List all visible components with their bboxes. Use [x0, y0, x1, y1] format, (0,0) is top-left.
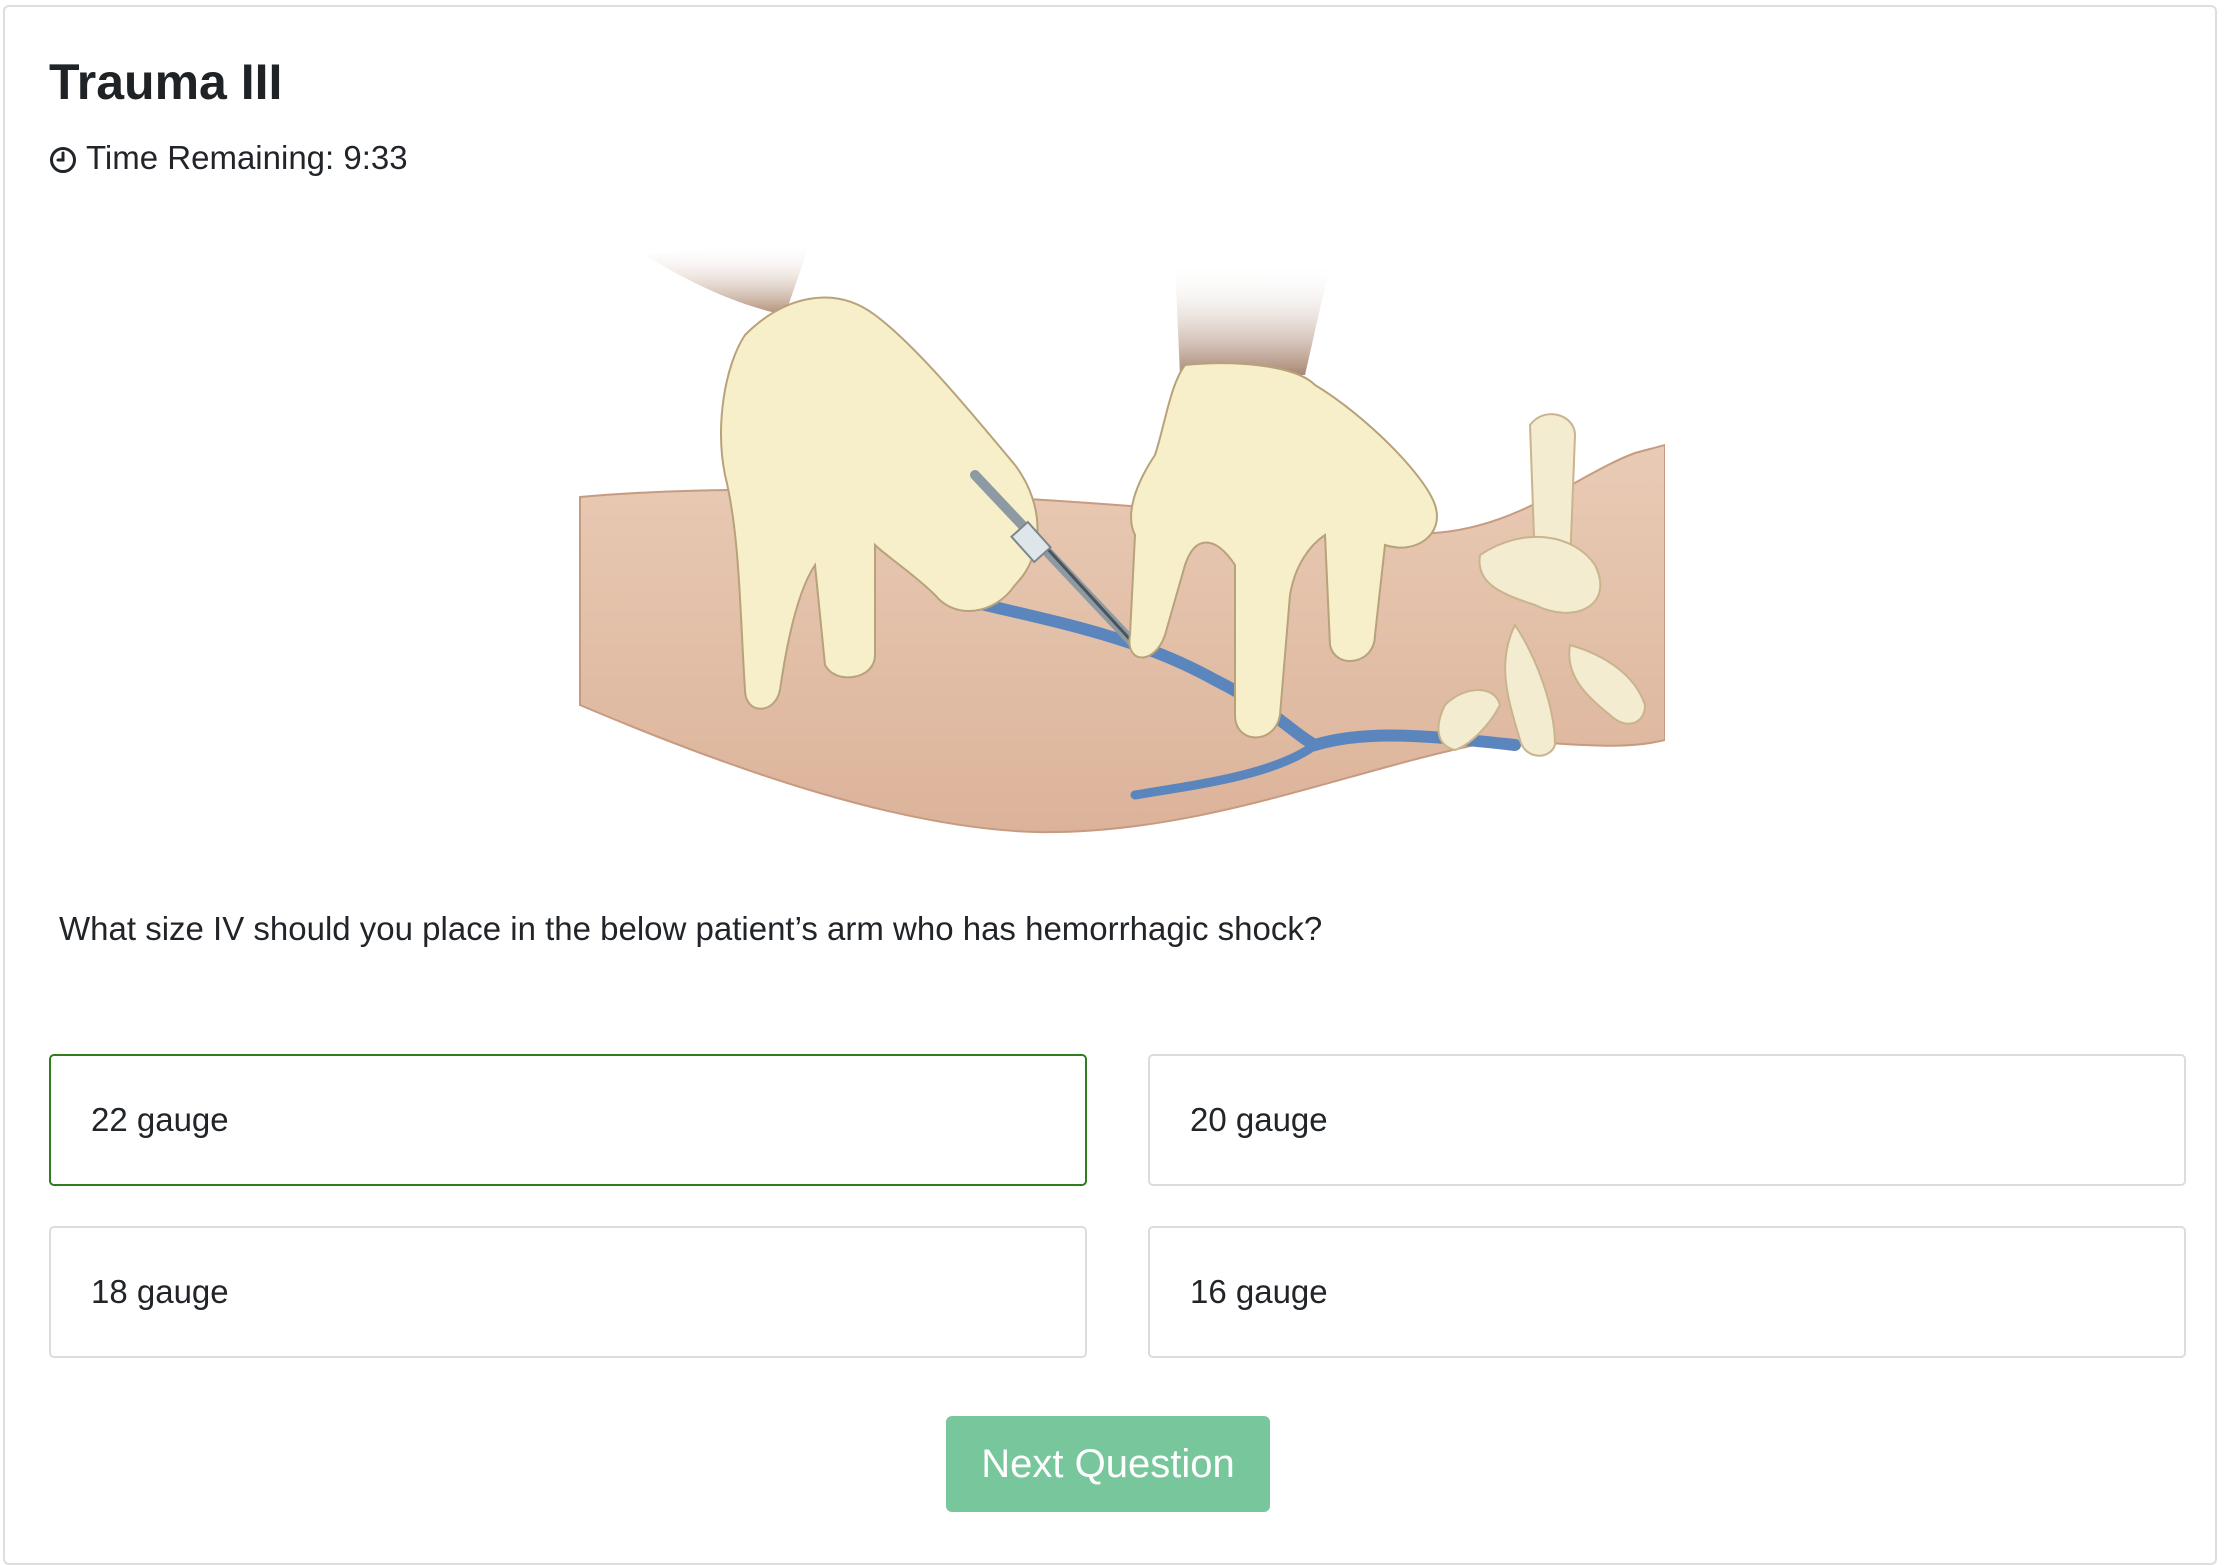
- next-question-button[interactable]: Next Question: [946, 1416, 1270, 1512]
- answer-option-22-gauge[interactable]: 22 gauge: [49, 1054, 1087, 1186]
- answer-option-18-gauge[interactable]: 18 gauge: [49, 1226, 1087, 1358]
- answer-option-16-gauge[interactable]: 16 gauge: [1148, 1226, 2186, 1358]
- answer-label: 18 gauge: [91, 1273, 229, 1310]
- answer-option-20-gauge[interactable]: 20 gauge: [1148, 1054, 2186, 1186]
- iv-insertion-illustration: [579, 243, 1665, 834]
- answer-label: 20 gauge: [1190, 1101, 1328, 1138]
- time-remaining: Time Remaining: 9:33: [49, 137, 408, 179]
- clock-icon: [49, 144, 77, 173]
- answer-label: 22 gauge: [91, 1101, 229, 1138]
- question-text: What size IV should you place in the bel…: [59, 910, 1323, 947]
- quiz-card: Trauma III Time Remaining: 9:33 What siz…: [3, 5, 2217, 1565]
- page-title: Trauma III: [49, 54, 283, 110]
- answer-label: 16 gauge: [1190, 1273, 1328, 1310]
- timer-text: Time Remaining: 9:33: [86, 139, 408, 176]
